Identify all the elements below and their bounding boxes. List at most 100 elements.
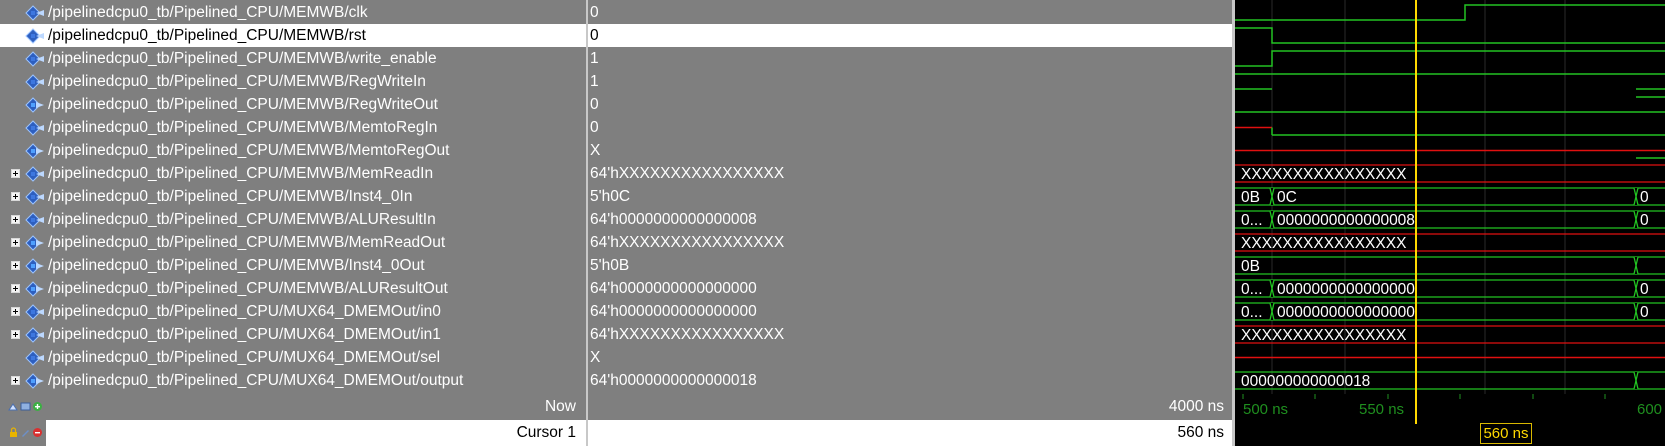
- input-port-icon: [25, 350, 45, 366]
- cursor-label-cell[interactable]: Cursor 1: [0, 420, 586, 446]
- signal-values-pane[interactable]: 0 0 1 1 0 0 X 64'hXXXXXXXXXXXXXXXX 5'h0C 64'h0000…: [588, 0, 1232, 394]
- write-enable-waveform: [1235, 50, 1665, 67]
- expand-toggle-icon[interactable]: [11, 192, 20, 201]
- waveform-pane[interactable]: XXXXXXXXXXXXXXXX 0B 0C 0 0... 000000000000000…: [1235, 0, 1665, 394]
- bus-value-label: 0...: [1241, 212, 1263, 229]
- signal-row[interactable]: /pipelinedcpu0_tb/Pipelined_CPU/MEMWB/In…: [0, 185, 586, 208]
- signal-value-row[interactable]: 64'hXXXXXXXXXXXXXXXX: [588, 162, 1232, 185]
- input-port-icon: [25, 120, 45, 136]
- cursor-row[interactable]: Cursor 1 560 ns: [0, 420, 1232, 446]
- bus-value-label: 000000000000018: [1241, 373, 1370, 390]
- signal-row[interactable]: /pipelinedcpu0_tb/Pipelined_CPU/MEMWB/Re…: [0, 93, 586, 116]
- bus-value-label: XXXXXXXXXXXXXXXX: [1241, 327, 1407, 344]
- signal-value: 1: [590, 73, 599, 90]
- signal-value-row[interactable]: 64'hXXXXXXXXXXXXXXXX: [588, 323, 1232, 346]
- signal-name: /pipelinedcpu0_tb/Pipelined_CPU/MEMWB/In…: [48, 188, 413, 205]
- waveform-canvas[interactable]: XXXXXXXXXXXXXXXX0B 0C 00... 000000000000000…: [1235, 0, 1665, 394]
- signal-value-row[interactable]: 0: [588, 1, 1232, 24]
- signal-row[interactable]: /pipelinedcpu0_tb/Pipelined_CPU/MUX64_DM…: [0, 346, 586, 369]
- axis-tick-label: 500 ns: [1243, 401, 1289, 418]
- output-port-icon: [25, 373, 45, 389]
- signal-name: /pipelinedcpu0_tb/Pipelined_CPU/MEMWB/Me…: [48, 234, 446, 251]
- bus-value-label: 0: [1640, 304, 1649, 321]
- signal-value-row[interactable]: 0: [588, 116, 1232, 139]
- signal-row[interactable]: /pipelinedcpu0_tb/Pipelined_CPU/MEMWB/Me…: [0, 116, 586, 139]
- signal-value: 1: [590, 50, 599, 67]
- signal-row[interactable]: /pipelinedcpu0_tb/Pipelined_CPU/MEMWB/Me…: [0, 139, 586, 162]
- signal-name: /pipelinedcpu0_tb/Pipelined_CPU/MEMWB/cl…: [48, 4, 368, 21]
- signal-value-row[interactable]: X: [588, 346, 1232, 369]
- signal-names-pane[interactable]: /pipelinedcpu0_tb/Pipelined_CPU/MEMWB/cl…: [0, 0, 586, 394]
- expand-toggle-icon[interactable]: [11, 330, 20, 339]
- input-port-icon: [25, 212, 45, 228]
- signal-value: 0: [590, 4, 599, 21]
- wave-footer: Now 4000 ns Cursor 1 560 ns 500 ns 550 n…: [0, 394, 1665, 446]
- input-port-icon: [25, 5, 45, 21]
- input-port-icon: [25, 166, 45, 182]
- wave-window: /pipelinedcpu0_tb/Pipelined_CPU/MEMWB/cl…: [0, 0, 1665, 446]
- bus-value-label: XXXXXXXXXXXXXXXX: [1241, 166, 1407, 183]
- signal-value: 64'h0000000000000000: [590, 280, 757, 297]
- signal-name: /pipelinedcpu0_tb/Pipelined_CPU/MEMWB/In…: [48, 257, 425, 274]
- delete-cursor-icon[interactable]: [32, 427, 43, 438]
- signal-value-row[interactable]: 0: [588, 24, 1232, 47]
- expand-toggle-icon[interactable]: [11, 215, 20, 224]
- input-port-icon: [25, 51, 45, 67]
- input-port-icon: [25, 189, 45, 205]
- signal-value-row[interactable]: 0: [588, 93, 1232, 116]
- insert-cursor-icon[interactable]: [8, 401, 19, 412]
- expand-toggle-icon[interactable]: [11, 238, 20, 247]
- signal-value-row[interactable]: 64'h0000000000000008: [588, 208, 1232, 231]
- signal-row[interactable]: /pipelinedcpu0_tb/Pipelined_CPU/MUX64_DM…: [0, 300, 586, 323]
- signal-value: X: [590, 349, 601, 366]
- signal-row[interactable]: /pipelinedcpu0_tb/Pipelined_CPU/MEMWB/AL…: [0, 277, 586, 300]
- signal-value-row[interactable]: 64'h0000000000000000: [588, 277, 1232, 300]
- signal-value-row[interactable]: 5'h0C: [588, 185, 1232, 208]
- signal-row[interactable]: /pipelinedcpu0_tb/Pipelined_CPU/MUX64_DM…: [0, 369, 586, 392]
- signal-value-row[interactable]: 5'h0B: [588, 254, 1232, 277]
- now-row: Now 4000 ns: [0, 394, 1232, 420]
- signal-value-row[interactable]: 64'hXXXXXXXXXXXXXXXX: [588, 231, 1232, 254]
- signal-row[interactable]: /pipelinedcpu0_tb/Pipelined_CPU/MEMWB/Me…: [0, 231, 586, 254]
- signal-row[interactable]: /pipelinedcpu0_tb/Pipelined_CPU/MEMWB/Re…: [0, 70, 586, 93]
- axis-tick-label: 550 ns: [1359, 401, 1405, 418]
- bus-value-label: 0000000000000000: [1277, 281, 1415, 298]
- signal-row[interactable]: /pipelinedcpu0_tb/Pipelined_CPU/MEMWB/In…: [0, 254, 586, 277]
- clk-waveform: [1235, 4, 1665, 21]
- expand-toggle-icon[interactable]: [11, 376, 20, 385]
- signal-row[interactable]: /pipelinedcpu0_tb/Pipelined_CPU/MEMWB/AL…: [0, 208, 586, 231]
- add-cursor-icon[interactable]: [32, 401, 43, 412]
- time-axis[interactable]: 500 ns 550 ns 600: [1235, 394, 1665, 446]
- signal-value: 64'h0000000000000018: [590, 372, 757, 389]
- signal-name: /pipelinedcpu0_tb/Pipelined_CPU/MUX64_DM…: [48, 303, 441, 320]
- signal-value-row[interactable]: 1: [588, 47, 1232, 70]
- bus-value-label: 0000000000000008: [1277, 212, 1415, 229]
- signal-name: /pipelinedcpu0_tb/Pipelined_CPU/MEMWB/Re…: [48, 73, 426, 90]
- pencil-icon[interactable]: [20, 427, 31, 438]
- output-port-icon: [25, 281, 45, 297]
- signal-row[interactable]: /pipelinedcpu0_tb/Pipelined_CPU/MUX64_DM…: [0, 323, 586, 346]
- expand-toggle-icon[interactable]: [11, 307, 20, 316]
- cursor-label[interactable]: Cursor 1: [517, 420, 576, 446]
- expand-toggle-icon[interactable]: [11, 261, 20, 270]
- signal-row[interactable]: /pipelinedcpu0_tb/Pipelined_CPU/MEMWB/Me…: [0, 162, 586, 185]
- bus-value-label: 0: [1640, 189, 1649, 206]
- expand-toggle-icon[interactable]: [11, 284, 20, 293]
- signal-value-row[interactable]: 64'h0000000000000000: [588, 300, 1232, 323]
- signal-value-row[interactable]: 1: [588, 70, 1232, 93]
- cursor-value-cell[interactable]: 560 ns: [588, 420, 1232, 446]
- signal-row[interactable]: /pipelinedcpu0_tb/Pipelined_CPU/MEMWB/wr…: [0, 47, 586, 70]
- signal-row[interactable]: /pipelinedcpu0_tb/Pipelined_CPU/MEMWB/rs…: [0, 24, 586, 47]
- now-value-cell: 4000 ns: [588, 394, 1232, 420]
- signal-name: /pipelinedcpu0_tb/Pipelined_CPU/MEMWB/rs…: [48, 27, 366, 44]
- expand-toggle-icon[interactable]: [11, 169, 20, 178]
- signal-value-row[interactable]: 64'h0000000000000018: [588, 369, 1232, 392]
- edit-cursor-icon[interactable]: [20, 401, 31, 412]
- cursor-time-box[interactable]: 560 ns: [1480, 423, 1532, 444]
- signal-name: /pipelinedcpu0_tb/Pipelined_CPU/MEMWB/Me…: [48, 119, 438, 136]
- signal-value-row[interactable]: X: [588, 139, 1232, 162]
- lock-icon[interactable]: [8, 427, 19, 438]
- signal-row[interactable]: /pipelinedcpu0_tb/Pipelined_CPU/MEMWB/cl…: [0, 1, 586, 24]
- bus-value-label: 0000000000000000: [1277, 304, 1415, 321]
- input-port-icon: [25, 327, 45, 343]
